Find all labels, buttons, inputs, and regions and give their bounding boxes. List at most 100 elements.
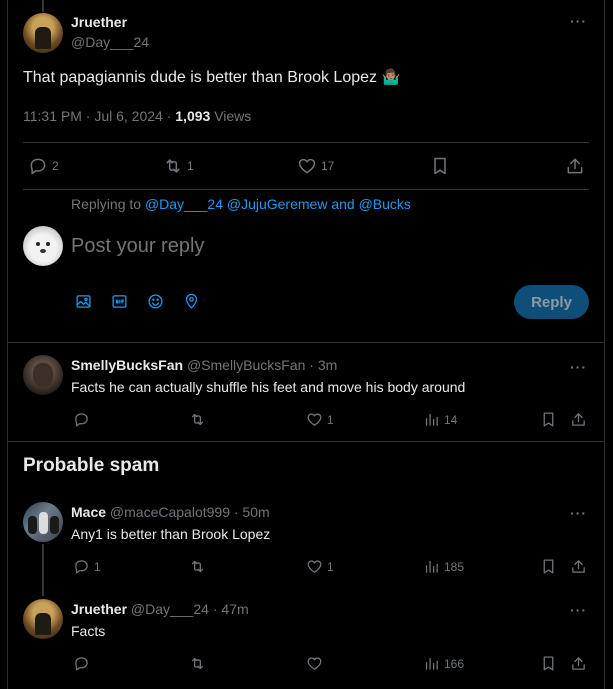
location-button[interactable]	[183, 293, 200, 315]
image-icon	[75, 293, 92, 310]
avatar-figure	[28, 516, 37, 534]
reply-icon	[73, 655, 90, 672]
share-action[interactable]	[570, 558, 587, 575]
repost-icon	[189, 411, 206, 428]
reply-action[interactable]: 1	[73, 558, 101, 575]
reply-icon	[73, 558, 90, 575]
image-button[interactable]	[75, 293, 92, 315]
avatar-figure	[50, 516, 59, 534]
repost-action[interactable]: 1	[163, 156, 194, 176]
thread-connector	[42, 544, 44, 596]
reply-author-handle[interactable]: @SmellyBucksFan · 3m	[187, 357, 337, 373]
reply-author-name[interactable]: SmellyBucksFan	[71, 357, 183, 373]
repost-icon	[189, 558, 206, 575]
replying-to-handles[interactable]: @Day___24 @JujuGeremew and @Bucks	[145, 196, 411, 212]
repost-count: 1	[187, 159, 194, 173]
reply-avatar[interactable]	[23, 355, 63, 395]
more-options-icon[interactable]: ···	[570, 360, 587, 374]
spam-author-name[interactable]: Mace	[71, 504, 106, 520]
location-icon	[183, 293, 200, 310]
shrug-emoji: 🤷🏽‍♂️	[381, 69, 401, 86]
reply-count: 2	[52, 159, 59, 173]
bookmark-icon	[540, 558, 557, 575]
views-action[interactable]: 166	[423, 655, 464, 672]
reply-header: SmellyBucksFan @SmellyBucksFan · 3m	[71, 357, 337, 373]
section-heading: Probable spam	[23, 455, 160, 476]
spam-reply-author-handle[interactable]: @Day___24 · 47m	[131, 601, 249, 617]
reply-button[interactable]: Reply	[514, 285, 589, 319]
avatar-figure	[35, 613, 51, 635]
heart-icon	[306, 558, 323, 575]
more-options-icon[interactable]: ···	[570, 603, 587, 617]
emoji-button[interactable]	[147, 293, 164, 315]
bookmark-action[interactable]	[430, 156, 450, 176]
reply-action[interactable]	[73, 655, 94, 672]
post-meta: 11:31 PM · Jul 6, 2024 · 1,093 Views	[23, 108, 251, 124]
share-icon	[570, 558, 587, 575]
repost-action[interactable]	[189, 655, 210, 672]
repost-action[interactable]	[189, 411, 210, 428]
views-action[interactable]: 185	[423, 558, 464, 575]
views-count: 1,093	[175, 108, 211, 124]
like-action[interactable]: 17	[297, 156, 334, 176]
author-name[interactable]: Jruether	[71, 14, 127, 30]
spam-reply-text: Facts	[71, 623, 106, 639]
share-action[interactable]	[565, 156, 585, 176]
post-text: That papagiannis dude is better than Bro…	[23, 68, 400, 87]
reply-count: 1	[94, 559, 101, 574]
gif-icon	[111, 293, 128, 310]
reply-icon	[73, 411, 90, 428]
like-action[interactable]	[306, 655, 327, 672]
views-count: 166	[444, 656, 465, 671]
reply-input[interactable]	[71, 233, 491, 259]
emoji-icon	[147, 293, 164, 310]
heart-icon	[297, 156, 317, 176]
views-icon	[423, 558, 440, 575]
reply-action[interactable]: 2	[28, 156, 59, 176]
spam-reply-author-name[interactable]: Jruether	[71, 601, 127, 617]
bookmark-action[interactable]	[540, 655, 557, 672]
post-body: That papagiannis dude is better than Bro…	[23, 69, 378, 86]
thread-connector	[42, 0, 44, 12]
views-action[interactable]: 14	[423, 411, 457, 428]
views-label: Views	[210, 108, 252, 124]
divider	[8, 342, 604, 343]
repost-icon	[163, 156, 183, 176]
views-count: 185	[444, 559, 465, 574]
conversation-column	[7, 0, 605, 689]
reply-text: Facts he can actually shuffle his feet a…	[71, 379, 466, 395]
more-options-icon[interactable]: ···	[570, 506, 587, 520]
like-action[interactable]: 1	[306, 558, 334, 575]
bookmark-action[interactable]	[540, 411, 557, 428]
bookmark-icon	[540, 655, 557, 672]
reply-icon	[28, 156, 48, 176]
avatar-nose	[40, 249, 46, 253]
spam-author-handle[interactable]: @maceCapalot999 · 50m	[110, 504, 270, 520]
replying-to: Replying to @Day___24 @JujuGeremew and @…	[71, 196, 411, 212]
like-count: 17	[321, 159, 335, 173]
spam-post-header: Mace @maceCapalot999 · 50m	[71, 504, 270, 520]
author-handle[interactable]: @Day___24	[71, 34, 149, 50]
repost-icon	[189, 655, 206, 672]
share-action[interactable]	[570, 411, 587, 428]
share-icon	[565, 156, 585, 176]
views-count: 14	[444, 412, 458, 427]
repost-action[interactable]	[189, 558, 210, 575]
avatar-figure	[35, 27, 51, 49]
bookmark-action[interactable]	[540, 558, 557, 575]
spam-reply-avatar[interactable]	[23, 599, 63, 639]
like-action[interactable]: 1	[306, 411, 334, 428]
author-avatar[interactable]	[23, 13, 63, 53]
avatar-face	[33, 363, 53, 387]
share-action[interactable]	[570, 655, 587, 672]
heart-icon	[306, 655, 323, 672]
gif-button[interactable]	[111, 293, 128, 315]
spam-avatar[interactable]	[23, 502, 63, 542]
replying-prefix: Replying to	[71, 196, 145, 212]
post-timestamp[interactable]: 11:31 PM · Jul 6, 2024 ·	[23, 108, 175, 124]
more-options-icon[interactable]: ···	[570, 14, 587, 28]
avatar-eye-left	[36, 242, 40, 246]
avatar-eye-right	[46, 242, 50, 246]
reply-action[interactable]	[73, 411, 94, 428]
divider	[8, 441, 604, 442]
